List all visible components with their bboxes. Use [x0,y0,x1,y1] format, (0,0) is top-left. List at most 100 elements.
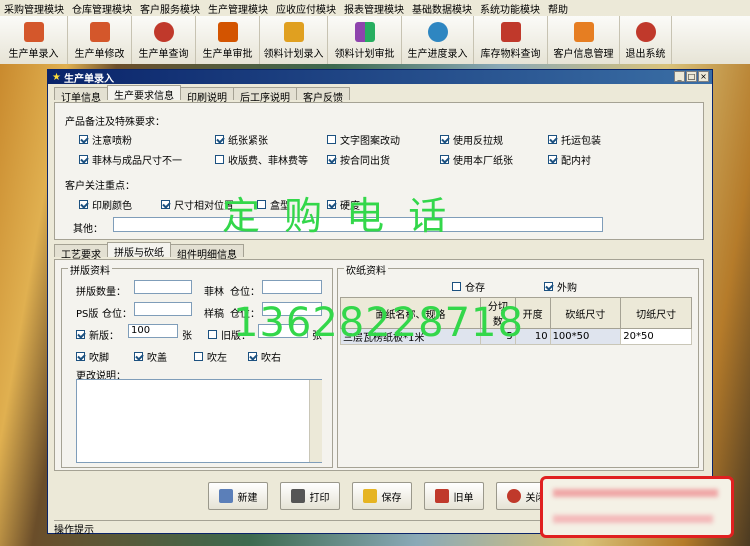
new-button[interactable]: 新建 [208,482,268,510]
toolbar-production-modify[interactable]: 生产单修改 [68,16,132,64]
imposition-group-title: 拼版资料 [68,262,112,277]
checkbox[interactable] [134,352,143,361]
chk-blow-foot[interactable]: 吹脚 [76,349,109,364]
checkbox[interactable] [548,135,557,144]
tab-imposition-cutting[interactable]: 拼版与砍纸 [107,242,171,259]
chk-print-color[interactable]: 印刷颜色 [79,197,132,212]
sample-label: 样稿 [204,309,224,320]
menu-purchase[interactable]: 采购管理模块 [0,1,68,16]
checkbox[interactable] [76,330,85,339]
chk-reverse-gauge[interactable]: 使用反拉规 [440,132,503,147]
menu-production[interactable]: 生产管理模块 [204,1,272,16]
toolbar-exit[interactable]: 退出系统 [620,16,672,64]
close-icon[interactable]: × [698,71,709,82]
chk-blow-right[interactable]: 吹右 [248,349,281,364]
film-label: 菲林 [204,287,224,298]
edit-icon [23,22,44,42]
ps-warehouse-input[interactable] [134,302,192,316]
print-button[interactable]: 打印 [280,482,340,510]
chk-spray-powder[interactable]: 注意喷粉 [79,132,132,147]
new-plate-input[interactable]: 100 [128,324,178,338]
checkbox[interactable] [440,135,449,144]
checkbox[interactable] [440,155,449,164]
old-order-button[interactable]: 旧单 [424,482,484,510]
menu-help[interactable]: 帮助 [544,1,572,16]
chk-film-size[interactable]: 菲林与成品尺寸不一 [79,152,182,167]
tab-customer-feedback[interactable]: 客户反馈 [296,87,350,104]
tab-order-info[interactable]: 订单信息 [54,87,108,104]
person-icon [427,22,448,42]
chk-own-paper[interactable]: 使用本厂纸张 [440,152,513,167]
gift-icon [217,22,238,42]
minimize-icon[interactable]: _ [674,71,685,82]
checkbox[interactable] [208,330,217,339]
checkbox[interactable] [327,155,336,164]
main-tabs: 订单信息 生产要求信息 印刷说明 后工序说明 客户反馈 [54,85,350,104]
maximize-icon[interactable]: □ [686,71,697,82]
tab-process-requirements[interactable]: 工艺要求 [54,244,108,261]
other-label: 其他： [73,224,103,235]
checkbox[interactable] [79,135,88,144]
tab-production-requirements[interactable]: 生产要求信息 [107,85,181,102]
checkbox[interactable] [548,155,557,164]
chk-contract-ship[interactable]: 按合同出货 [327,152,390,167]
save-button[interactable]: 保存 [352,482,412,510]
menu-system[interactable]: 系统功能模块 [476,1,544,16]
chk-stock[interactable]: 仓存 [452,279,485,294]
checkbox[interactable] [161,200,170,209]
checkbox[interactable] [215,135,224,144]
toolbar-customer-info[interactable]: 客户信息管理 [548,16,620,64]
chk-inner-lining[interactable]: 配内衬 [548,152,591,167]
col-trim-size: 切纸尺寸 [620,297,692,329]
imposition-panel: 拼版资料 拼版数量： 菲林 仓位： PS版 仓位： 样稿 仓位： 新版： 100… [54,259,704,471]
chart-icon [500,22,521,42]
chk-text-change[interactable]: 文字图案改动 [327,132,400,147]
checkbox[interactable] [76,352,85,361]
chk-blow-left[interactable]: 吹左 [194,349,227,364]
checkbox[interactable] [452,282,461,291]
change-note-textarea[interactable] [76,379,322,463]
checkbox[interactable] [248,352,257,361]
chk-plate-fee[interactable]: 收版费、菲林费等 [215,152,308,167]
imposition-qty-input[interactable] [134,280,192,294]
chk-shipping-pack[interactable]: 托运包装 [548,132,601,147]
tab-component-details[interactable]: 组件明细信息 [170,244,244,261]
notification-popup[interactable] [540,476,734,538]
window-title: 生产单录入 [63,73,114,85]
toolbar-material-plan-approve[interactable]: 领料计划审批 [328,16,402,64]
checkbox[interactable] [215,155,224,164]
imposition-group: 拼版资料 拼版数量： 菲林 仓位： PS版 仓位： 样稿 仓位： 新版： 100… [61,262,333,468]
checkbox[interactable] [79,155,88,164]
chk-paper-tight[interactable]: 纸张紧张 [215,132,268,147]
checkbox[interactable] [194,352,203,361]
print-icon [290,489,305,503]
toolbar-production-entry[interactable]: 生产单录入 [0,16,68,64]
menu-receivable[interactable]: 应收应付模块 [272,1,340,16]
toolbar-inventory-query[interactable]: 库存物料查询 [474,16,548,64]
chk-purchase[interactable]: 外购 [544,279,577,294]
window-titlebar[interactable]: ★ 生产单录入 [48,70,712,85]
menu-report[interactable]: 报表管理模块 [340,1,408,16]
menu-basic-data[interactable]: 基础数据模块 [408,1,476,16]
new-icon [218,489,233,503]
tab-print-notes[interactable]: 印刷说明 [180,87,234,104]
chk-blow-cover[interactable]: 吹盖 [134,349,167,364]
menu-warehouse[interactable]: 仓库管理模块 [68,1,136,16]
chk-new-plate[interactable]: 新版： [76,327,119,342]
col-cut-size: 砍纸尺寸 [549,297,622,329]
checkbox[interactable] [79,200,88,209]
ps-warehouse-label: 仓位： [102,309,132,320]
change-note-scrollbar[interactable] [309,380,322,462]
toolbar-production-query[interactable]: 生产单查询 [132,16,196,64]
toolbar-progress-entry[interactable]: 生产进度录入 [402,16,474,64]
toolbar-material-plan-entry[interactable]: 领料计划录入 [260,16,328,64]
toolbar-production-approve[interactable]: 生产单审批 [196,16,260,64]
people-icon [153,22,174,42]
menu-customer-service[interactable]: 客户服务模块 [136,1,204,16]
film-warehouse-input[interactable] [262,280,322,294]
old-icon [434,489,449,503]
checkbox[interactable] [327,135,336,144]
tab-post-process[interactable]: 后工序说明 [233,87,297,104]
close-icon [506,489,521,503]
checkbox[interactable] [544,282,553,291]
